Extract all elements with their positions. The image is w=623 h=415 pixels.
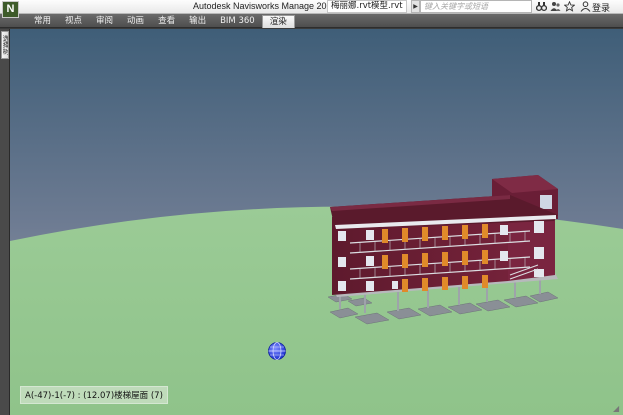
viewport-status-readout: A(-47)-1(-7) : (12.07)楼梯屋面 (7) — [20, 386, 168, 404]
file-name[interactable]: 梅丽娜.rvt模型.rvt — [327, 0, 407, 13]
tab-animation[interactable]: 动画 — [120, 14, 151, 28]
tab-viewpoint[interactable]: 视点 — [58, 14, 89, 28]
app-logo-letter: N — [6, 3, 15, 15]
app-title: Autodesk Navisworks Manage 2018 — [193, 1, 337, 11]
star-icon[interactable] — [563, 0, 576, 12]
binoculars-icon[interactable] — [535, 1, 548, 12]
search-expand-arrow-icon[interactable]: ▶ — [411, 0, 420, 13]
3d-viewport[interactable]: ◢ — [10, 29, 623, 415]
resize-grip-icon[interactable]: ◢ — [613, 405, 621, 413]
login-link[interactable]: 登录 — [592, 1, 610, 14]
tab-view[interactable]: 查看 — [151, 14, 182, 28]
title-bar: Autodesk Navisworks Manage 2018 梅丽娜.rvt模… — [0, 0, 623, 14]
app-logo-button[interactable]: N — [2, 1, 19, 18]
tab-bim360[interactable]: BIM 360 — [213, 14, 262, 28]
side-panel: 选择树 — [0, 29, 10, 415]
search-input[interactable] — [420, 0, 532, 13]
ribbon-tab-bar: 常用 视点 审阅 动画 查看 输出 BIM 360 渲染 — [0, 14, 623, 28]
stair-window — [540, 195, 552, 209]
people-icon[interactable] — [550, 1, 561, 12]
tab-render[interactable]: 渲染 — [261, 15, 295, 28]
ribbon-tabs: 常用 视点 审阅 动画 查看 输出 BIM 360 渲染 — [27, 14, 295, 28]
tab-review[interactable]: 审阅 — [89, 14, 120, 28]
tab-home[interactable]: 常用 — [27, 14, 58, 28]
navigation-globe-icon — [268, 342, 286, 360]
selection-tree-tab[interactable]: 选择树 — [1, 31, 9, 59]
tab-output[interactable]: 输出 — [182, 14, 213, 28]
user-icon[interactable] — [580, 1, 591, 12]
scene-canvas — [10, 29, 623, 415]
